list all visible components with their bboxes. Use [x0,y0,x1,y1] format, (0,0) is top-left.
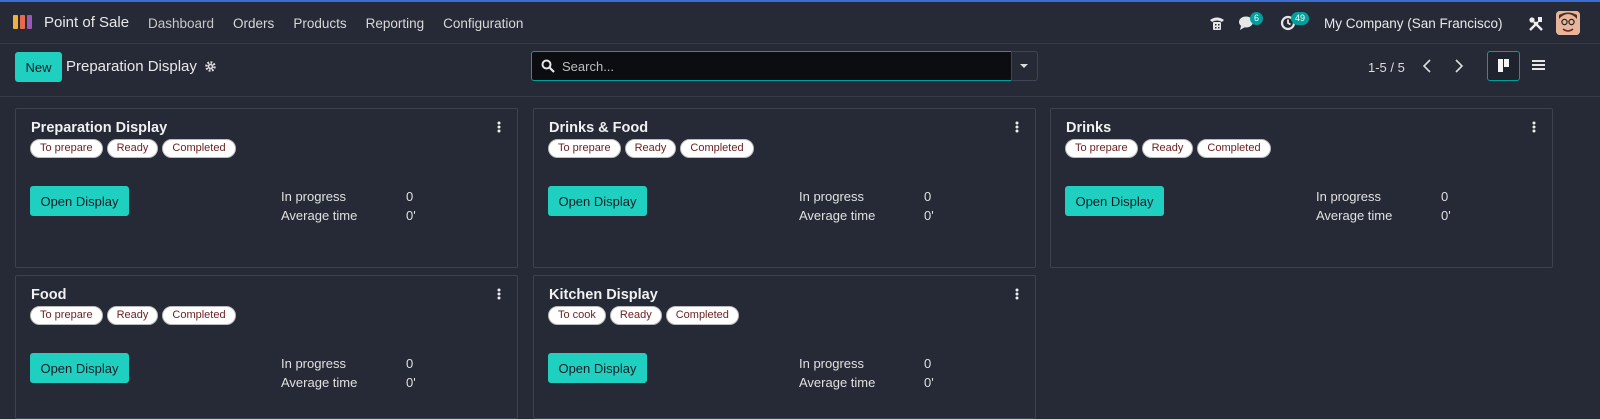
tag: Ready [1141,139,1194,158]
chevron-left-icon[interactable] [1421,58,1435,74]
card-title: Drinks [1066,120,1112,136]
tag: Completed [665,306,739,325]
nav-item-products[interactable]: Products [293,16,346,31]
in-progress-label: In progress [799,189,865,204]
activity-badge: 49 [1291,12,1310,25]
search-bar [531,51,1011,81]
in-progress-label: In progress [1316,189,1382,204]
average-time-value: 0' [1441,208,1451,223]
tag: To prepare [1065,139,1138,158]
tag: Ready [106,306,159,325]
average-time-label: Average time [799,375,876,390]
phone-icon[interactable] [1208,14,1226,32]
tools-icon[interactable] [1528,16,1544,32]
status-tags: To prepare Ready Completed [548,139,754,158]
tag: To prepare [548,139,621,158]
nav-item-reporting[interactable]: Reporting [366,16,425,31]
chat-badge: 6 [1250,12,1264,25]
tag: To prepare [30,306,103,325]
kanban-card[interactable]: Drinks & Food To prepare Ready Completed… [533,108,1036,268]
in-progress-label: In progress [799,356,865,371]
chevron-right-icon[interactable] [1451,58,1465,74]
pager-value[interactable]: 1-5 / 5 [1368,60,1405,75]
card-title: Drinks & Food [549,120,649,136]
in-progress-value: 0 [1441,189,1449,204]
gear-icon[interactable] [204,60,217,73]
nav-item-configuration[interactable]: Configuration [443,16,523,31]
card-title: Preparation Display [31,120,168,136]
card-title: Food [31,287,67,303]
company-switcher[interactable]: My Company (San Francisco) [1324,16,1503,31]
tag: To prepare [30,139,103,158]
pos-logo-icon[interactable] [12,13,34,31]
kanban-card[interactable]: Food To prepare Ready Completed Open Dis… [15,275,518,419]
caret-down-icon [1020,64,1028,68]
tag: Ready [624,139,677,158]
average-time-label: Average time [281,375,358,390]
average-time-label: Average time [799,208,876,223]
kebab-menu-icon[interactable] [1014,288,1020,302]
in-progress-value: 0 [924,356,932,371]
tag: Completed [162,139,236,158]
tag: To cook [548,306,606,325]
tag: Ready [106,139,159,158]
open-display-button[interactable]: Open Display [30,353,129,383]
average-time-label: Average time [281,208,358,223]
average-time-value: 0' [924,375,934,390]
tag: Completed [680,139,754,158]
chat-button[interactable]: 6 [1238,12,1264,33]
in-progress-label: In progress [281,189,347,204]
average-time-value: 0' [406,375,416,390]
search-icon [541,59,555,73]
status-tags: To prepare Ready Completed [30,306,236,325]
page-title: Preparation Display [66,58,197,75]
tag: Completed [1197,139,1271,158]
kebab-menu-icon[interactable] [496,288,502,302]
nav-menu: Dashboard Orders Products Reporting Conf… [148,16,542,31]
kebab-menu-icon[interactable] [1014,121,1020,135]
avatar-face-icon [1556,11,1580,35]
in-progress-value: 0 [406,189,414,204]
tag: Ready [609,306,662,325]
list-view-icon [1532,60,1545,70]
kanban-card[interactable]: Preparation Display To prepare Ready Com… [15,108,518,268]
kebab-menu-icon[interactable] [1531,121,1537,135]
open-display-button[interactable]: Open Display [30,186,129,216]
activity-button[interactable]: 49 [1280,12,1310,33]
in-progress-label: In progress [281,356,347,371]
average-time-value: 0' [406,208,416,223]
search-input[interactable] [562,52,1002,80]
kanban-view-icon [1498,59,1509,72]
in-progress-value: 0 [406,356,414,371]
nav-item-orders[interactable]: Orders [233,16,274,31]
in-progress-value: 0 [924,189,932,204]
tag: Completed [162,306,236,325]
new-button[interactable]: New [15,52,62,82]
card-title: Kitchen Display [549,287,658,303]
control-panel: New Preparation Display 1-5 / 5 [0,44,1600,97]
kanban-view-button[interactable] [1487,51,1520,81]
average-time-value: 0' [924,208,934,223]
status-tags: To prepare Ready Completed [30,139,236,158]
open-display-button[interactable]: Open Display [1065,186,1164,216]
average-time-label: Average time [1316,208,1393,223]
open-display-button[interactable]: Open Display [548,186,647,216]
status-tags: To prepare Ready Completed [1065,139,1271,158]
kebab-menu-icon[interactable] [496,121,502,135]
main-navbar: Point of Sale Dashboard Orders Products … [0,2,1600,44]
status-tags: To cook Ready Completed [548,306,739,325]
open-display-button[interactable]: Open Display [548,353,647,383]
list-view-button[interactable] [1522,51,1555,81]
kanban-card[interactable]: Drinks To prepare Ready Completed Open D… [1050,108,1553,268]
kanban-card[interactable]: Kitchen Display To cook Ready Completed … [533,275,1036,419]
search-options-toggle[interactable] [1011,51,1038,81]
app-name[interactable]: Point of Sale [44,14,129,31]
user-avatar[interactable] [1556,11,1580,35]
nav-item-dashboard[interactable]: Dashboard [148,16,214,31]
